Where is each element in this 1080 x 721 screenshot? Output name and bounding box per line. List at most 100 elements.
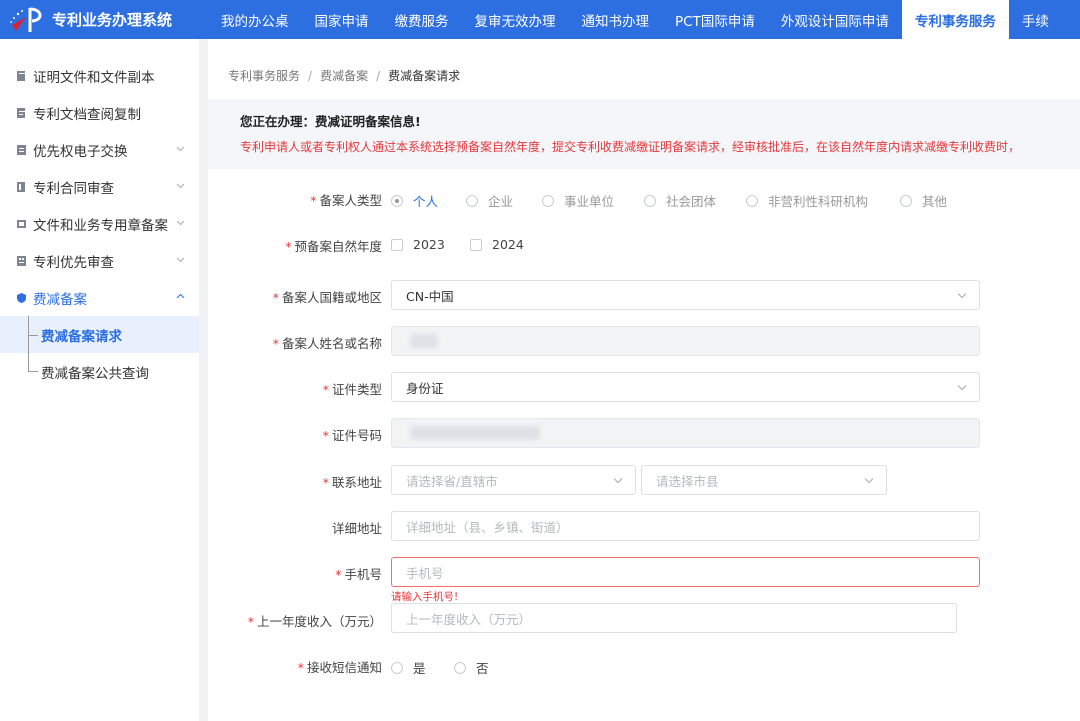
name-label: * 备案人姓名或名称 (272, 336, 382, 351)
required-marker: * (272, 336, 279, 351)
required-marker: * (335, 567, 342, 582)
sidebar-item-document-copy[interactable]: 专利文档查阅复制 (0, 94, 199, 131)
id-number-label: * 证件号码 (322, 428, 382, 443)
sidebar-item-label: 文件和业务专用章备案 (33, 217, 168, 234)
priority-icon (17, 255, 26, 266)
sidebar-item-priority-exchange[interactable]: 优先权电子交换 (0, 131, 199, 168)
chevron-down-icon (957, 293, 967, 299)
required-marker: * (310, 193, 317, 208)
radio-filer-enterprise[interactable]: 企业 (466, 191, 513, 210)
sidebar-item-certificates[interactable]: 证明文件和文件副本 (0, 57, 199, 94)
contract-icon (17, 181, 25, 192)
id-type-label: * 证件类型 (322, 382, 382, 397)
shield-icon (17, 292, 26, 303)
required-marker: * (322, 382, 329, 397)
filer-type-label: * 备案人类型 (310, 193, 382, 208)
radio-dot (391, 194, 403, 207)
breadcrumb-separator: / (308, 69, 313, 83)
top-navigation: 专利业务办理系统 我的办公桌 国家申请 缴费服务 复审无效办理 通知书办理 PCT国际申请… (0, 0, 1080, 39)
required-marker: * (272, 290, 279, 305)
sidebar-item-label: 证明文件和文件副本 (33, 69, 155, 86)
radio-dot (644, 194, 656, 207)
breadcrumb-separator: / (376, 69, 381, 83)
city-select[interactable]: 请选择市县 (641, 465, 887, 495)
sms-label: * 接收短信通知 (297, 660, 382, 675)
tree-branch (28, 371, 38, 372)
tree-line (28, 316, 29, 372)
sidebar-item-label: 专利优先审查 (33, 254, 114, 271)
radio-filer-social-group[interactable]: 社会团体 (644, 191, 716, 210)
seal-icon (17, 219, 26, 228)
region-select[interactable]: CN-中国 (391, 280, 980, 310)
province-select[interactable]: 请选择省/直辖市 (391, 465, 636, 495)
brand[interactable]: 专利业务办理系统 (0, 0, 208, 39)
sidebar-item-label: 专利文档查阅复制 (33, 106, 141, 123)
chevron-up-icon (176, 293, 185, 299)
sidebar: 证明文件和文件副本 专利文档查阅复制 优先权电子交换 专利合同审查 文件和业务专… (0, 39, 199, 721)
radio-sms-no[interactable]: 否 (454, 658, 489, 677)
phone-input[interactable]: 手机号 (391, 557, 980, 587)
cnipa-logo-icon (10, 7, 42, 32)
required-marker: * (322, 475, 329, 490)
radio-filer-nonprofit-research[interactable]: 非营利性科研机构 (746, 191, 868, 210)
year-label: * 预备案自然年度 (285, 239, 382, 254)
sidebar-subitem-label: 费减备案请求 (41, 328, 122, 345)
radio-sms-yes[interactable]: 是 (391, 658, 426, 677)
nav-tab[interactable]: 复审无效办理 (462, 0, 569, 39)
checkbox-year-2023[interactable]: 2023 (391, 237, 445, 252)
breadcrumb-item[interactable]: 专利事务服务 (228, 69, 300, 83)
sidebar-item-contract-review[interactable]: 专利合同审查 (0, 168, 199, 205)
checkbox-box (391, 238, 403, 251)
region-label: * 备案人国籍或地区 (272, 290, 382, 305)
chevron-down-icon (864, 478, 874, 484)
id-number-field[interactable] (391, 418, 980, 448)
radio-filer-institution[interactable]: 事业单位 (542, 191, 614, 210)
radio-dot (466, 194, 478, 207)
detail-address-label: 详细地址 (331, 521, 382, 536)
nav-tab[interactable]: 我的办公桌 (208, 0, 302, 39)
id-type-select[interactable]: 身份证 (391, 372, 980, 402)
radio-dot (746, 194, 758, 207)
nav-tab[interactable]: 通知书办理 (569, 0, 663, 39)
document-stack-icon (17, 70, 25, 81)
chevron-down-icon (176, 146, 185, 152)
chevron-down-icon (957, 385, 967, 391)
chevron-down-icon (613, 478, 623, 484)
breadcrumb: 专利事务服务 / 费减备案 / 费减备案请求 (228, 67, 460, 84)
nav-tab[interactable]: 专利事务服务 (901, 0, 1009, 39)
phone-error-message: 请输入手机号! (391, 591, 459, 603)
sidebar-subitem-label: 费减备案公共查询 (41, 365, 149, 382)
sidebar-item-seal-filing[interactable]: 文件和业务专用章备案 (0, 205, 199, 242)
required-marker: * (322, 428, 329, 443)
main-nav: 我的办公桌 国家申请 缴费服务 复审无效办理 通知书办理 PCT国际申请 外观设计国际申请专… (208, 0, 1062, 39)
system-title: 专利业务办理系统 (52, 11, 173, 29)
sidebar-item-fee-reduction[interactable]: 费减备案 (0, 279, 199, 316)
notice-text: 专利申请人或者专利权人通过本系统选择预备案自然年度，提交专利收费减缴证明备案请求… (240, 140, 1021, 154)
notice-panel: 您正在办理：费减证明备案信息! 专利申请人或者专利权人通过本系统选择预备案自然年… (208, 99, 1080, 169)
required-marker: * (297, 660, 304, 675)
sidebar-item-label: 专利合同审查 (33, 180, 114, 197)
chevron-down-icon (176, 183, 185, 189)
radio-filer-other[interactable]: 其他 (900, 191, 947, 210)
nav-tab[interactable]: 国家申请 (302, 0, 382, 39)
checkbox-box (470, 238, 482, 251)
nav-tab[interactable]: 外观设计国际申请 (768, 0, 902, 39)
sidebar-item-priority-review[interactable]: 专利优先审查 (0, 242, 199, 279)
nav-tab[interactable]: 手续 (1009, 0, 1062, 39)
radio-filer-individual[interactable]: 个人 (391, 191, 438, 210)
sidebar-item-label: 优先权电子交换 (33, 143, 128, 160)
tree-branch (28, 335, 38, 336)
name-field[interactable] (391, 326, 980, 356)
nav-tab[interactable]: 缴费服务 (382, 0, 462, 39)
radio-dot (454, 661, 466, 674)
checkbox-year-2024[interactable]: 2024 (470, 237, 524, 252)
breadcrumb-item[interactable]: 费减备案 (320, 69, 368, 83)
redacted-value (410, 334, 438, 348)
radio-dot (542, 194, 554, 207)
income-label: * 上一年度收入（万元） (247, 614, 382, 629)
income-input[interactable]: 上一年度收入（万元） (391, 603, 957, 633)
radio-dot (900, 194, 912, 207)
nav-tab[interactable]: PCT国际申请 (662, 0, 768, 39)
redacted-value (410, 426, 540, 440)
detail-address-input[interactable]: 详细地址（县、乡镇、街道） (391, 511, 980, 541)
